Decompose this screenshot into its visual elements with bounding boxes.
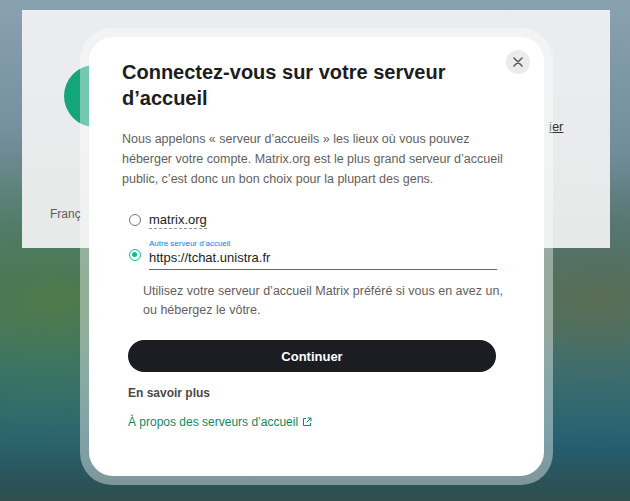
close-button[interactable] <box>506 50 530 74</box>
external-link-icon <box>302 417 312 427</box>
learn-more-link[interactable]: À propos des serveurs d’accueil <box>128 415 511 429</box>
learn-more-heading: En savoir plus <box>128 386 511 400</box>
server-field[interactable]: Autre serveur d’accueil https://tchat.un… <box>149 239 497 270</box>
server-option[interactable]: Autre serveur d’accueil https://tchat.un… <box>129 239 511 270</box>
screen: Franç ier Connectez-vous sur votre serve… <box>0 0 630 501</box>
server-options: matrix.org Autre serveur d’accueil https… <box>122 211 511 270</box>
server-option[interactable]: matrix.org <box>129 211 511 229</box>
radio-button[interactable] <box>129 249 141 261</box>
help-text: Utilisez votre serveur d’accueil Matrix … <box>143 282 511 320</box>
dialog-description: Nous appelons « serveur d’accueils » les… <box>122 129 511 189</box>
option-label[interactable]: matrix.org <box>149 211 207 229</box>
close-icon <box>513 57 523 67</box>
radio-button[interactable] <box>129 214 141 226</box>
field-value[interactable]: https://tchat.unistra.fr <box>149 249 497 266</box>
dialog-title: Connectez-vous sur votre serveur d’accue… <box>122 59 511 111</box>
language-selector[interactable]: Franç <box>50 207 81 221</box>
server-dialog: Connectez-vous sur votre serveur d’accue… <box>89 37 544 476</box>
field-label: Autre serveur d’accueil <box>149 239 497 249</box>
continue-button[interactable]: Continuer <box>128 340 496 372</box>
dialog-frame: Connectez-vous sur votre serveur d’accue… <box>80 28 553 485</box>
